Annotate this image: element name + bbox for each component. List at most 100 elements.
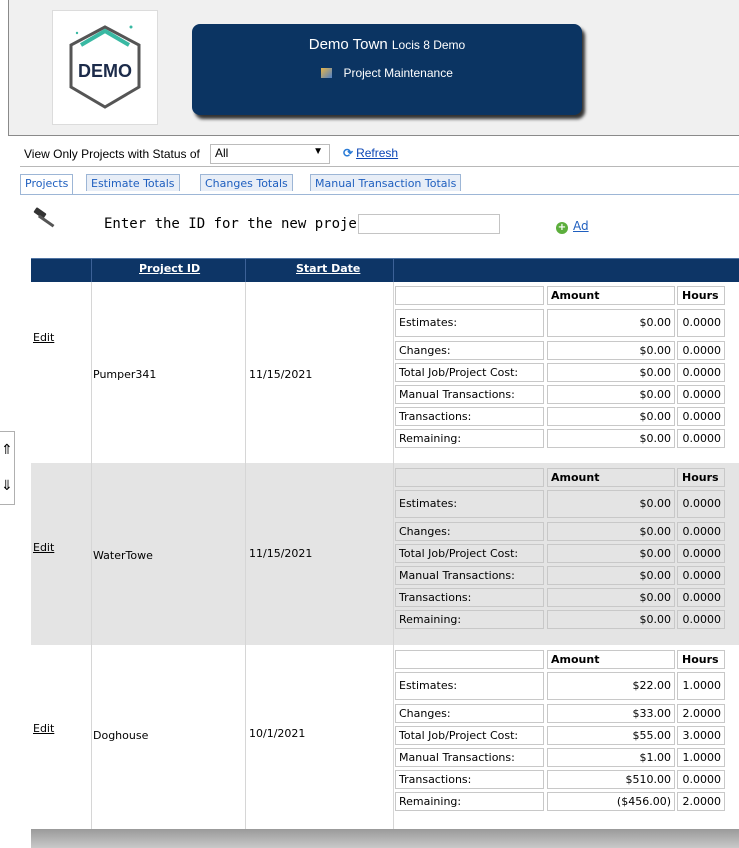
summary-hours: 0.0000: [677, 566, 725, 585]
summary-amount: ($456.00): [547, 792, 675, 811]
summary-hours: 0.0000: [677, 363, 725, 382]
app-header: DEMO Demo Town Locis 8 Demo Project Main…: [8, 0, 739, 136]
tab-projects[interactable]: Projects: [20, 174, 74, 194]
column-start-date[interactable]: Start Date: [296, 262, 360, 275]
summary-label: Remaining:: [395, 610, 544, 629]
summary-label: Changes:: [395, 704, 544, 723]
summary-amount: $0.00: [547, 309, 675, 337]
add-project-button[interactable]: + Ad: [556, 219, 589, 234]
arrow-up-icon[interactable]: ⇑: [0, 432, 14, 468]
summary-label: Estimates:: [395, 672, 544, 700]
refresh-icon: ⟳: [343, 146, 354, 160]
page-title: Project Maintenance: [192, 66, 582, 80]
town-logo: DEMO: [52, 10, 158, 125]
summary-hours: 0.0000: [677, 588, 725, 607]
summary-label: Total Job/Project Cost:: [395, 363, 544, 382]
add-icon: +: [556, 222, 568, 234]
chevron-down-icon: ▼: [313, 146, 323, 157]
start-date: 11/15/2021: [249, 368, 313, 381]
tab-changes-totals[interactable]: Changes Totals: [200, 174, 293, 191]
status-select[interactable]: All ▼: [210, 144, 330, 164]
summary-label: Estimates:: [395, 490, 544, 518]
start-date: 11/15/2021: [249, 547, 313, 560]
banner-title: Demo Town Locis 8 Demo: [192, 36, 582, 53]
summary-amount: $55.00: [547, 726, 675, 745]
summary-hours: 0.0000: [677, 385, 725, 404]
title-banner: Demo Town Locis 8 Demo Project Maintenan…: [192, 24, 582, 115]
new-project-id-input[interactable]: [358, 214, 500, 234]
summary-header-blank: [395, 286, 544, 305]
summary-amount: $0.00: [547, 341, 675, 360]
summary-label: Manual Transactions:: [395, 566, 544, 585]
summary-amount: $0.00: [547, 429, 675, 448]
summary-hours: 0.0000: [677, 341, 725, 360]
summary-amount: $0.00: [547, 588, 675, 607]
summary-amount: $33.00: [547, 704, 675, 723]
summary-label: Transactions:: [395, 588, 544, 607]
summary-label: Remaining:: [395, 792, 544, 811]
summary-amount: $0.00: [547, 566, 675, 585]
summary-amount: $0.00: [547, 407, 675, 426]
panel-splitter[interactable]: ⇑ ⇓: [0, 431, 15, 505]
summary-label: Manual Transactions:: [395, 385, 544, 404]
summary-label: Transactions:: [395, 407, 544, 426]
summary-hours: 0.0000: [677, 429, 725, 448]
add-project-label: Ad: [573, 219, 589, 233]
start-date: 10/1/2021: [249, 727, 306, 740]
arrow-down-icon[interactable]: ⇓: [0, 468, 14, 504]
hammer-icon: [32, 206, 58, 239]
summary-amount: $0.00: [547, 544, 675, 563]
edit-link[interactable]: Edit: [33, 722, 54, 735]
summary-amount: $0.00: [547, 490, 675, 518]
summary-hours: 0.0000: [677, 544, 725, 563]
edit-link[interactable]: Edit: [33, 541, 54, 554]
logo-text: DEMO: [78, 61, 132, 81]
status-filter-bar: View Only Projects with Status of All ▼ …: [20, 144, 739, 167]
amount-header: Amount: [547, 468, 675, 487]
refresh-label: Refresh: [356, 146, 399, 160]
summary-hours: 2.0000: [677, 704, 725, 723]
summary-hours: 0.0000: [677, 407, 725, 426]
app-name: Locis 8 Demo: [391, 38, 466, 52]
edit-link[interactable]: Edit: [33, 331, 54, 344]
summary-label: Estimates:: [395, 309, 544, 337]
grid-footer: [31, 829, 739, 848]
summary-hours: 2.0000: [677, 792, 725, 811]
refresh-link[interactable]: ⟳ Refresh: [343, 146, 398, 160]
summary-label: Transactions:: [395, 770, 544, 789]
summary-hours: 1.0000: [677, 672, 725, 700]
hours-header: Hours: [677, 468, 725, 487]
summary-label: Manual Transactions:: [395, 748, 544, 767]
summary-amount: $0.00: [547, 610, 675, 629]
project-id: WaterTowe: [93, 549, 153, 562]
summary-label: Changes:: [395, 522, 544, 541]
summary-hours: 0.0000: [677, 490, 725, 518]
summary-hours: 1.0000: [677, 748, 725, 767]
amount-header: Amount: [547, 650, 675, 669]
hours-header: Hours: [677, 650, 725, 669]
hours-header: Hours: [677, 286, 725, 305]
tab-manual-transaction-totals[interactable]: Manual Transaction Totals: [310, 174, 462, 191]
grid-header: Project ID Start Date: [31, 258, 739, 282]
summary-label: Total Job/Project Cost:: [395, 544, 544, 563]
tab-estimate-totals[interactable]: Estimate Totals: [86, 174, 180, 191]
summary-hours: 0.0000: [677, 522, 725, 541]
tab-bar: Projects Estimate Totals Changes Totals …: [20, 174, 739, 195]
summary-header-blank: [395, 468, 544, 487]
summary-amount: $0.00: [547, 522, 675, 541]
summary-label: Remaining:: [395, 429, 544, 448]
summary-amount: $1.00: [547, 748, 675, 767]
summary-header-blank: [395, 650, 544, 669]
town-name: Demo Town: [308, 36, 388, 53]
status-filter-label: View Only Projects with Status of: [24, 147, 200, 161]
summary-hours: 0.0000: [677, 309, 725, 337]
project-id: Pumper341: [93, 368, 157, 381]
page-title-text: Project Maintenance: [343, 66, 453, 80]
maintenance-icon: [321, 68, 333, 78]
summary-hours: 0.0000: [677, 770, 725, 789]
column-project-id[interactable]: Project ID: [139, 262, 200, 275]
status-select-value: All: [215, 146, 229, 160]
summary-hours: 0.0000: [677, 610, 725, 629]
amount-header: Amount: [547, 286, 675, 305]
summary-label: Changes:: [395, 341, 544, 360]
